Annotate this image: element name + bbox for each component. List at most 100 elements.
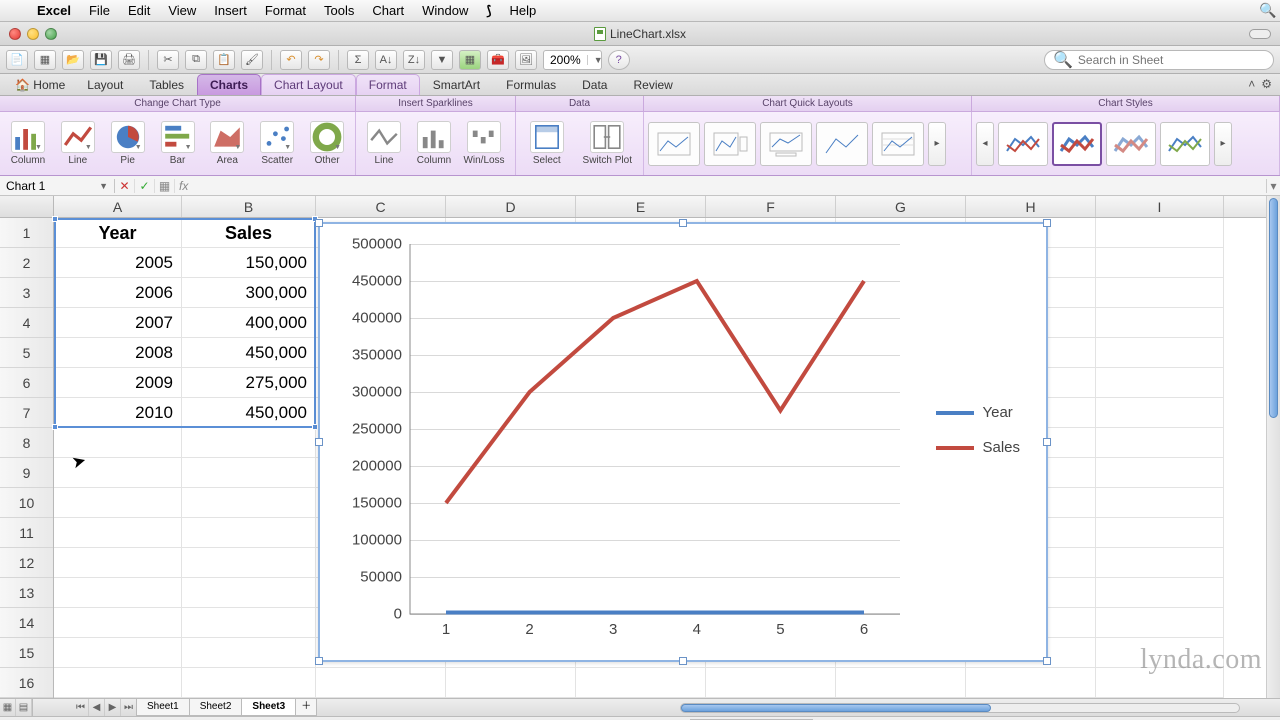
row-header-4[interactable]: 4 xyxy=(0,308,53,338)
cell-I8[interactable] xyxy=(1096,428,1224,458)
cell-I4[interactable] xyxy=(1096,308,1224,338)
cell-B1[interactable]: Sales xyxy=(182,218,316,248)
menu-chart[interactable]: Chart xyxy=(363,3,413,18)
cell-B10[interactable] xyxy=(182,488,316,518)
col-header-G[interactable]: G xyxy=(836,196,966,217)
cell-B7[interactable]: 450,000 xyxy=(182,398,316,428)
cell-I6[interactable] xyxy=(1096,368,1224,398)
sheet-search[interactable]: 🔍 xyxy=(1044,50,1274,70)
tab-smartart[interactable]: SmartArt xyxy=(420,74,493,95)
cell-A9[interactable] xyxy=(54,458,182,488)
sheet-tab-3[interactable]: Sheet3 xyxy=(241,699,296,716)
media-button[interactable]: 🖼 xyxy=(515,50,537,70)
embedded-chart[interactable]: 0500001000001500002000002500003000003500… xyxy=(318,222,1048,662)
cell-F16[interactable] xyxy=(706,668,836,698)
tab-data[interactable]: Data xyxy=(569,74,620,95)
open-template-button[interactable]: ▦ xyxy=(34,50,56,70)
cell-A3[interactable]: 2006 xyxy=(54,278,182,308)
filter-button[interactable]: ▼ xyxy=(431,50,453,70)
sparkline-winloss-button[interactable]: Win/Loss xyxy=(460,121,508,166)
tab-formulas[interactable]: Formulas xyxy=(493,74,569,95)
add-sheet-button[interactable]: ＋ xyxy=(295,699,317,716)
toolbar-toggle-icon[interactable] xyxy=(1249,29,1271,39)
cell-B15[interactable] xyxy=(182,638,316,668)
cell-H16[interactable] xyxy=(966,668,1096,698)
cell-I10[interactable] xyxy=(1096,488,1224,518)
tab-chartlayout[interactable]: Chart Layout xyxy=(261,74,356,95)
ribbon-settings-icon[interactable]: ⚙ xyxy=(1261,77,1272,91)
col-header-E[interactable]: E xyxy=(576,196,706,217)
menu-help[interactable]: Help xyxy=(500,3,545,18)
chart-column-button[interactable]: ▼Column xyxy=(4,121,52,166)
cell-I12[interactable] xyxy=(1096,548,1224,578)
cell-A5[interactable]: 2008 xyxy=(54,338,182,368)
tab-next-icon[interactable]: ▶ xyxy=(105,699,121,717)
sparkline-column-button[interactable]: Column xyxy=(410,121,458,166)
chart-style-3[interactable] xyxy=(1106,122,1156,166)
cell-I1[interactable] xyxy=(1096,218,1224,248)
view-normal-icon[interactable]: ▦ xyxy=(0,699,16,717)
cell-B11[interactable] xyxy=(182,518,316,548)
cell-B4[interactable]: 400,000 xyxy=(182,308,316,338)
cell-B8[interactable] xyxy=(182,428,316,458)
cell-A11[interactable] xyxy=(54,518,182,548)
cell-A8[interactable] xyxy=(54,428,182,458)
ribbon-collapse-icon[interactable]: ˄ xyxy=(1248,77,1255,91)
script-menu-icon[interactable]: ⟆ xyxy=(477,3,500,19)
zoom-icon[interactable] xyxy=(45,28,57,40)
chart-style-2[interactable] xyxy=(1052,122,1102,166)
quick-layout-1[interactable] xyxy=(648,122,700,166)
new-doc-button[interactable]: 📄 xyxy=(6,50,28,70)
chart-area-button[interactable]: ▼Area xyxy=(203,121,251,166)
cell-B13[interactable] xyxy=(182,578,316,608)
cell-E16[interactable] xyxy=(576,668,706,698)
cell-B3[interactable]: 300,000 xyxy=(182,278,316,308)
menu-edit[interactable]: Edit xyxy=(119,3,159,18)
cell-A15[interactable] xyxy=(54,638,182,668)
cell-B5[interactable]: 450,000 xyxy=(182,338,316,368)
sheet-tab-1[interactable]: Sheet1 xyxy=(136,699,190,716)
tab-home[interactable]: 🏠 Home xyxy=(6,74,74,95)
col-header-D[interactable]: D xyxy=(446,196,576,217)
copy-button[interactable]: ⧉ xyxy=(185,50,207,70)
quick-layout-3[interactable] xyxy=(760,122,812,166)
save-button[interactable]: 💾 xyxy=(90,50,112,70)
cell-B9[interactable] xyxy=(182,458,316,488)
quick-layout-2[interactable] xyxy=(704,122,756,166)
cell-I2[interactable] xyxy=(1096,248,1224,278)
minimize-icon[interactable] xyxy=(27,28,39,40)
tab-format[interactable]: Format xyxy=(356,74,420,95)
cut-button[interactable]: ✂ xyxy=(157,50,179,70)
horizontal-scrollbar[interactable] xyxy=(680,703,1240,713)
cell-A13[interactable] xyxy=(54,578,182,608)
cell-B12[interactable] xyxy=(182,548,316,578)
fx-cancel-icon[interactable]: ✕ xyxy=(115,179,135,193)
row-header-7[interactable]: 7 xyxy=(0,398,53,428)
close-icon[interactable] xyxy=(9,28,21,40)
hscroll-thumb[interactable] xyxy=(681,704,991,712)
menu-window[interactable]: Window xyxy=(413,3,477,18)
menu-app[interactable]: Excel xyxy=(28,3,80,18)
cell-I15[interactable] xyxy=(1096,638,1224,668)
cell-I14[interactable] xyxy=(1096,608,1224,638)
cell-I5[interactable] xyxy=(1096,338,1224,368)
row-header-14[interactable]: 14 xyxy=(0,608,53,638)
chart-style-prev-icon[interactable]: ◂ xyxy=(976,122,994,166)
undo-button[interactable]: ↶ xyxy=(280,50,302,70)
tab-tables[interactable]: Tables xyxy=(136,74,197,95)
row-header-1[interactable]: 1 xyxy=(0,218,53,248)
row-header-11[interactable]: 11 xyxy=(0,518,53,548)
view-page-icon[interactable]: ▤ xyxy=(16,699,32,717)
row-header-2[interactable]: 2 xyxy=(0,248,53,278)
cell-I13[interactable] xyxy=(1096,578,1224,608)
help-button[interactable]: ? xyxy=(608,50,630,70)
toolbox-button[interactable]: 🧰 xyxy=(487,50,509,70)
cell-G16[interactable] xyxy=(836,668,966,698)
autosum-button[interactable]: Σ xyxy=(347,50,369,70)
chart-line-button[interactable]: ▼Line xyxy=(54,121,102,166)
cell-A2[interactable]: 2005 xyxy=(54,248,182,278)
redo-button[interactable]: ↷ xyxy=(308,50,330,70)
cell-B16[interactable] xyxy=(182,668,316,698)
row-header-16[interactable]: 16 xyxy=(0,668,53,698)
cell-C16[interactable] xyxy=(316,668,446,698)
